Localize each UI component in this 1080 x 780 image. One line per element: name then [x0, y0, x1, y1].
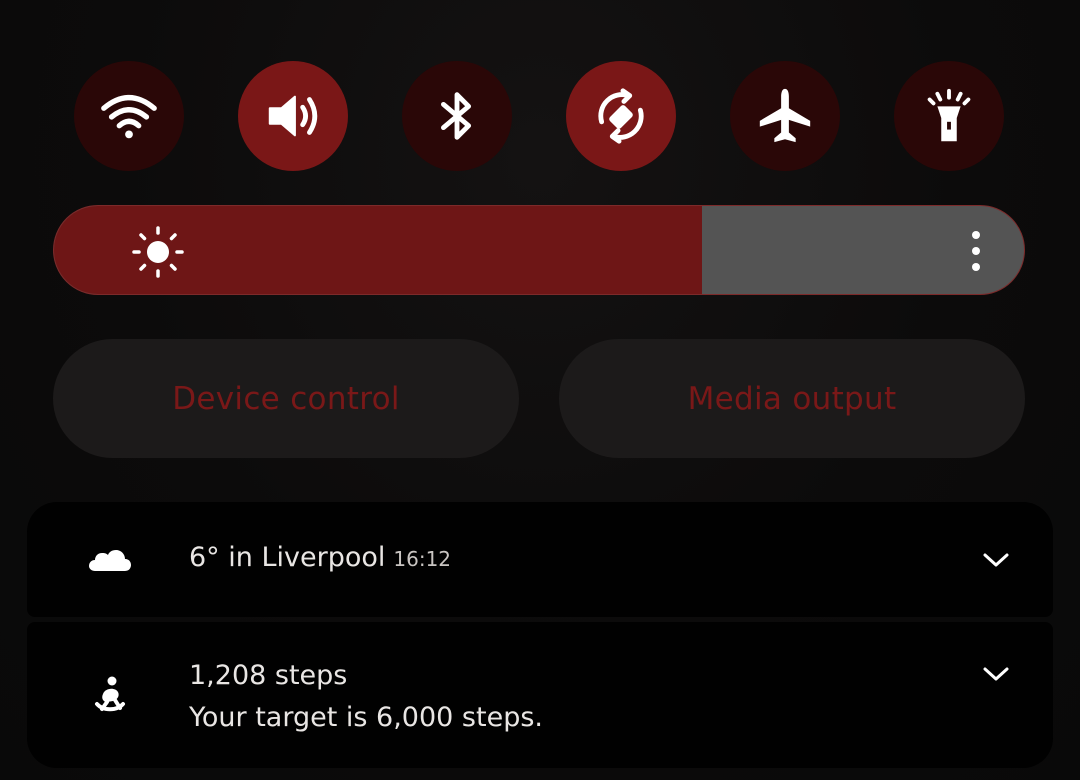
- device-control-label: Device control: [172, 380, 400, 417]
- flashlight-icon: [927, 88, 971, 142]
- chevron-down-icon[interactable]: [981, 664, 1011, 684]
- weather-card[interactable]: 6° in Liverpool 16:12: [27, 502, 1053, 617]
- weather-time: 16:12: [393, 547, 452, 571]
- steps-subtitle: Your target is 6,000 steps.: [189, 702, 543, 733]
- sound-toggle[interactable]: [238, 61, 348, 171]
- quick-panel: Device control Media output 6° in Liverp…: [0, 0, 1080, 780]
- chevron-down-icon[interactable]: [981, 550, 1011, 570]
- airplane-icon: [759, 88, 811, 143]
- speaker-icon: [268, 95, 318, 137]
- rotate-icon: [598, 88, 644, 144]
- media-output-label: Media output: [687, 380, 897, 417]
- bluetooth-toggle[interactable]: [402, 61, 512, 171]
- weather-summary: 6° in Liverpool 16:12: [189, 542, 451, 573]
- bluetooth-icon: [441, 92, 472, 140]
- sun-icon: [132, 226, 184, 278]
- brightness-slider[interactable]: [53, 205, 1025, 295]
- weather-text: 6° in Liverpool: [189, 542, 386, 573]
- wifi-icon: [101, 94, 157, 139]
- airplane-mode-toggle[interactable]: [730, 61, 840, 171]
- steps-card[interactable]: 1,208 steps Your target is 6,000 steps.: [27, 622, 1053, 768]
- auto-rotate-toggle[interactable]: [566, 61, 676, 171]
- cloud-icon: [89, 550, 131, 571]
- device-control-button[interactable]: Device control: [53, 339, 519, 458]
- flashlight-toggle[interactable]: [894, 61, 1004, 171]
- quick-toggles: [74, 61, 1004, 171]
- fitness-icon: [95, 676, 125, 712]
- media-output-button[interactable]: Media output: [559, 339, 1025, 458]
- wifi-toggle[interactable]: [74, 61, 184, 171]
- steps-title: 1,208 steps: [189, 660, 348, 691]
- more-vertical-icon[interactable]: [964, 230, 988, 272]
